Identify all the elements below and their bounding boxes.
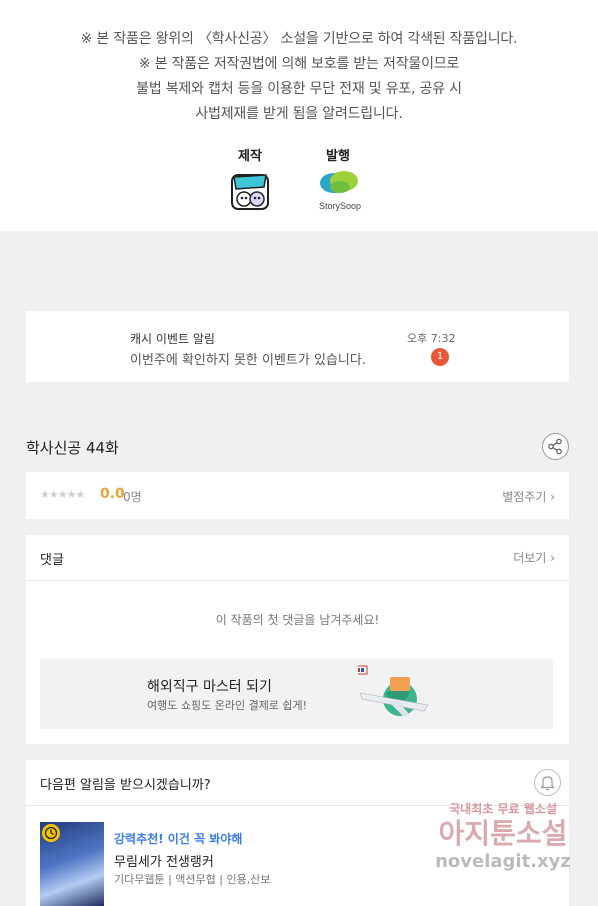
episode-title: 학사신공 44화 [26,439,119,457]
notify-bell-button[interactable] [534,769,561,796]
next-episode-question: 다음편 알림을 받으시겠습니까? [40,778,211,793]
production-label: 제작 [238,149,262,164]
ad-subtitle: 여행도 쇼핑도 온라인 결제로 쉽게! [147,699,308,712]
recommend-title[interactable]: 무림세가 전생랭커 [114,851,214,870]
bell-icon [540,776,555,791]
alert-time: 오후 7:32 [407,332,456,345]
comments-more-link[interactable]: 더보기 › [513,549,555,566]
notice-line-4: 사법제재를 받게 됨을 알려드립니다. [195,106,403,122]
share-button[interactable] [542,433,569,460]
comics-logo [231,174,269,210]
wait-free-clock-icon [42,824,60,842]
notice-line-2: ※ 본 작품은 저작권법에 의해 보호를 받는 저작물이므로 [138,56,460,72]
recommend-tag: 강력추천! 이건 꼭 봐야해 [114,832,243,846]
publisher-label: 발행 [326,149,350,164]
rating-score: 0.0 [100,486,125,502]
site-watermark: 국내최초 무료 웹소설 아지툰소설 novelagit.xyz [408,800,598,872]
notice-line-1: ※ 본 작품은 왕위의 〈학사신공〉 소설을 기반으로 하여 각색된 작품입니다… [80,31,518,47]
comments-card: 댓글 더보기 › 이 작품의 첫 댓글을 남겨주세요! 해외직구 마스터 되기 … [26,535,569,744]
copyright-notice: ※ 본 작품은 왕위의 〈학사신공〉 소설을 기반으로 하여 각색된 작품입니다… [0,0,598,231]
ad-banner[interactable]: 해외직구 마스터 되기 여행도 쇼핑도 온라인 결제로 쉽게! [40,659,553,729]
storysoop-logo-text: StorySoop [319,201,361,211]
watermark-line-3: novelagit.xyz [435,851,571,872]
cash-event-alert[interactable]: 캐시 이벤트 알림 이번주에 확인하지 못한 이벤트가 있습니다. 오후 7:3… [26,311,569,382]
comments-empty-message[interactable]: 이 작품의 첫 댓글을 남겨주세요! [26,611,569,628]
watermark-line-1: 국내최초 무료 웹소설 [449,802,557,816]
notice-line-3: 불법 복제와 캡처 등을 이용한 무단 전재 및 유포, 공유 시 [136,81,462,97]
storysoop-logo: StorySoop [319,171,361,211]
airplane-globe-illustration [358,665,429,717]
rating-stars: ★★★★★ [40,488,85,501]
watermark-line-2: 아지툰소설 [438,817,568,850]
ad-title: 해외직구 마스터 되기 [147,679,272,695]
rating-card: ★★★★★ 0.0 0명 별점주기 › [26,472,569,519]
recommend-meta: 기다무웹툰 | 액션무협 | 인용,산보 [114,873,271,886]
recommend-cover-image[interactable] [40,822,104,906]
rating-people-count: 0명 [123,490,142,504]
comments-header: 댓글 [40,553,64,568]
alert-description: 이번주에 확인하지 못한 이벤트가 있습니다. [130,353,366,368]
divider [26,580,569,581]
alert-count-badge: 1 [431,348,449,366]
share-icon [548,438,562,455]
alert-title: 캐시 이벤트 알림 [130,332,215,346]
rate-button[interactable]: 별점주기 › [502,488,555,505]
